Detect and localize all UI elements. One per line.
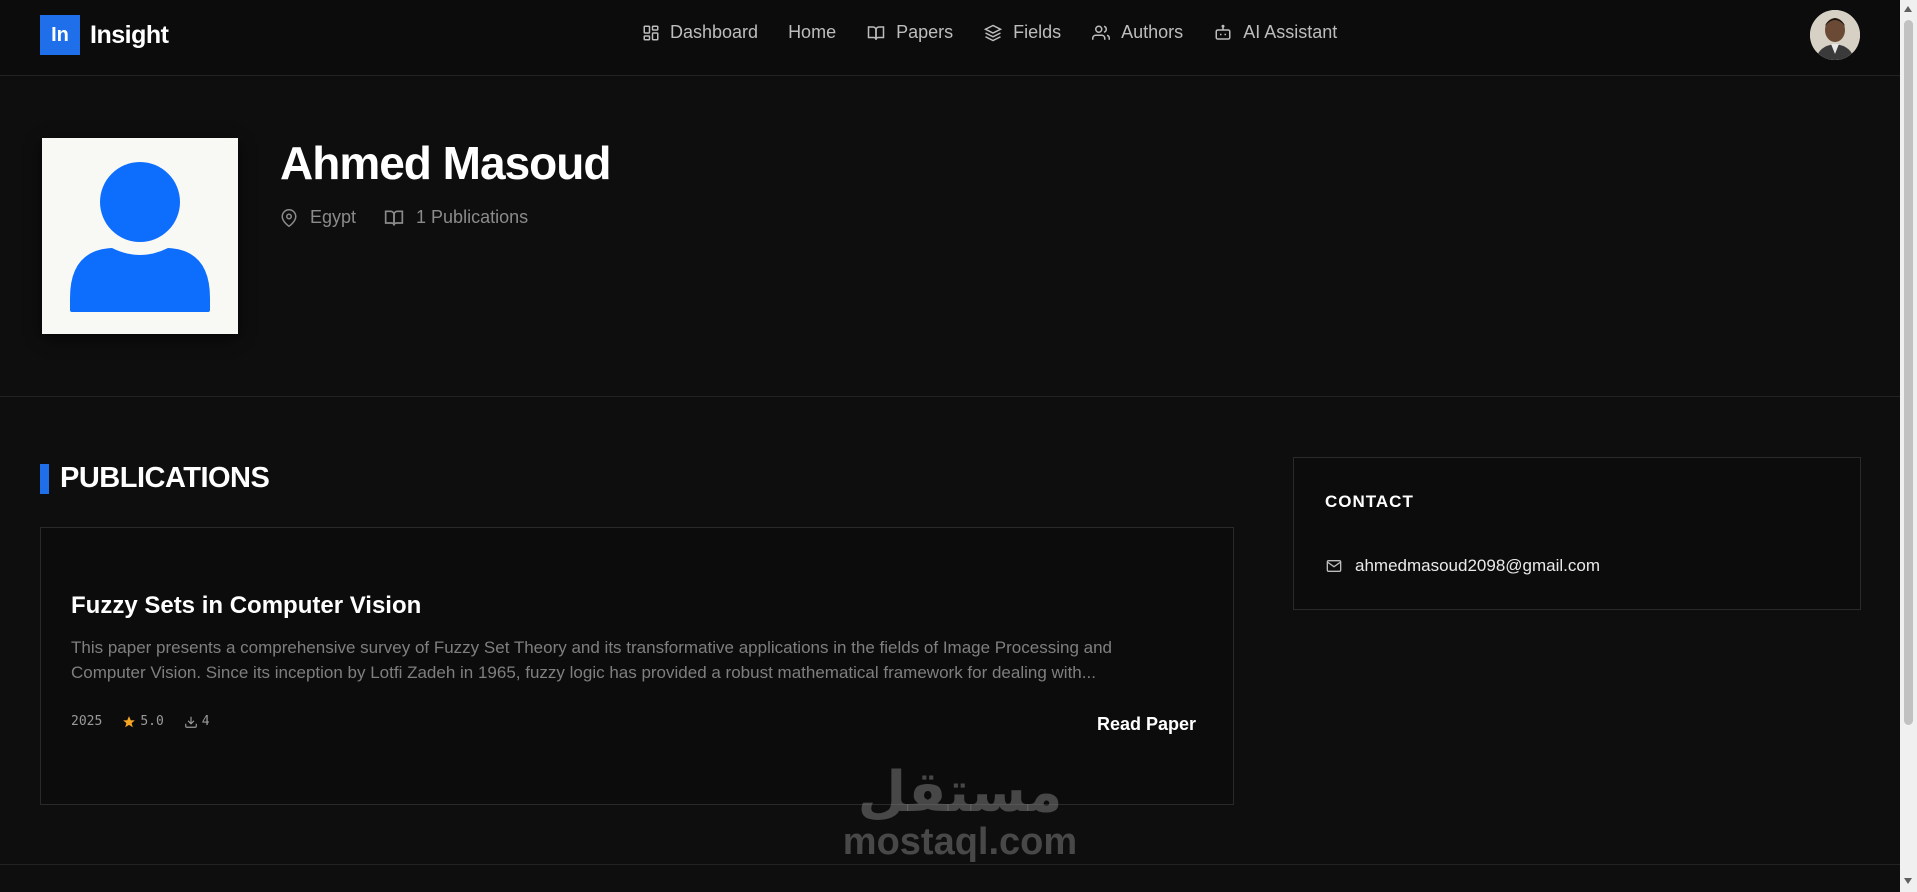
contact-email-text: ahmedmasoud2098@gmail.com (1355, 556, 1600, 575)
contact-card: CONTACT ahmedmasoud2098@gmail.com (1293, 457, 1861, 610)
users-icon (1092, 25, 1111, 40)
star-icon (123, 715, 136, 727)
publication-description: This paper presents a comprehensive surv… (71, 638, 1112, 682)
dashboard-icon (643, 25, 659, 40)
nav-papers[interactable]: Papers (866, 22, 953, 43)
top-navbar: In Insight Dashboard Home Papers Fields (0, 0, 1900, 76)
profile-publications-text: 1 Publications (416, 207, 529, 227)
nav-home[interactable]: Home (788, 22, 836, 43)
profile-header: Ahmed Masoud Egypt 1 Publications (0, 76, 1900, 397)
contact-title: CONTACT (1325, 492, 1414, 511)
vertical-scrollbar[interactable] (1900, 0, 1917, 892)
scroll-down-arrow-icon[interactable] (1904, 878, 1912, 884)
nav-authors-label: Authors (1121, 22, 1184, 42)
read-paper-button[interactable]: Read Paper (1097, 714, 1196, 735)
publication-rating-value: 5.0 (140, 714, 164, 729)
nav-ai-assistant[interactable]: AI Assistant (1213, 22, 1337, 43)
download-icon (184, 716, 197, 728)
nav-home-label: Home (788, 22, 837, 42)
user-placeholder-icon (70, 162, 210, 312)
publication-meta: 2025 5.0 4 (71, 714, 230, 729)
profile-location: Egypt (280, 207, 356, 228)
profile-publications-count: 1 Publications (384, 207, 528, 228)
profile-location-text: Egypt (310, 207, 357, 227)
book-open-icon (867, 25, 885, 40)
bot-icon (1215, 24, 1231, 40)
profile-name: Ahmed Masoud (280, 137, 611, 189)
watermark-arabic: مستقل (857, 760, 1063, 823)
nav-dashboard[interactable]: Dashboard (642, 22, 758, 43)
publication-year: 2025 (71, 714, 103, 729)
user-avatar[interactable] (1810, 10, 1860, 60)
heading-accent-bar (40, 463, 49, 494)
publication-downloads: 4 (184, 714, 210, 729)
brand-badge: In (40, 15, 80, 55)
footer-divider (0, 864, 1900, 865)
contact-email[interactable]: ahmedmasoud2098@gmail.com (1325, 556, 1600, 576)
publication-rating: 5.0 (122, 714, 164, 729)
publications-title: PUBLICATIONS (60, 462, 270, 494)
nav-dashboard-label: Dashboard (670, 22, 759, 42)
publication-title[interactable]: Fuzzy Sets in Computer Vision (71, 592, 421, 620)
nav-links: Dashboard Home Papers Fields Authors AI … (642, 22, 1367, 43)
nav-ai-assistant-label: AI Assistant (1243, 22, 1338, 42)
brand-logo[interactable]: In Insight (40, 15, 169, 55)
nav-fields-label: Fields (1013, 22, 1062, 42)
nav-fields[interactable]: Fields (983, 22, 1061, 43)
publication-downloads-value: 4 (201, 714, 210, 729)
nav-authors[interactable]: Authors (1091, 22, 1183, 43)
nav-papers-label: Papers (896, 22, 954, 42)
map-pin-icon (281, 208, 297, 227)
scrollbar-thumb[interactable] (1904, 20, 1913, 725)
watermark-latin: mostaql.com (842, 821, 1078, 863)
layers-icon (983, 24, 1003, 41)
scroll-up-arrow-icon[interactable] (1904, 6, 1912, 12)
publications-heading: PUBLICATIONS (40, 462, 270, 495)
mostaql-watermark: مستقل mostaql.com (840, 760, 1080, 863)
profile-picture (42, 138, 238, 334)
brand-name: Insight (90, 20, 169, 49)
profile-meta: Egypt 1 Publications (280, 207, 556, 228)
mail-icon (1326, 560, 1342, 572)
book-open-icon (384, 210, 404, 226)
user-photo-icon (1810, 10, 1860, 60)
